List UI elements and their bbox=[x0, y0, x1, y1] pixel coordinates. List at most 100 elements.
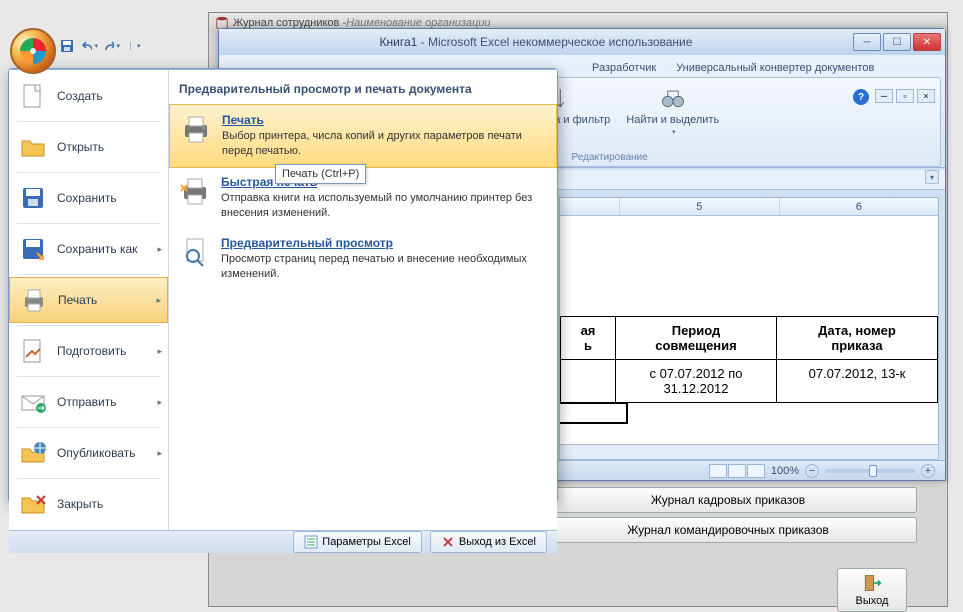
column-headers: 5 6 bbox=[560, 198, 938, 216]
send-icon bbox=[19, 388, 47, 416]
mdi-controls: ─ ▫ × bbox=[875, 89, 935, 103]
close-folder-icon bbox=[19, 490, 47, 518]
qat-customize-button[interactable]: ▾ bbox=[130, 42, 141, 50]
menu-publish[interactable]: Опубликовать▸ bbox=[9, 431, 168, 475]
cell-date[interactable]: 07.07.2012, 13-к bbox=[777, 360, 938, 402]
col-header-6[interactable]: 6 bbox=[780, 198, 939, 215]
help-button[interactable]: ? bbox=[853, 89, 869, 105]
excel-titlebar: Книга1 - Microsoft Excel некоммерческое … bbox=[219, 29, 945, 55]
horizontal-scrollbar[interactable] bbox=[559, 444, 939, 460]
redo-icon bbox=[102, 38, 114, 54]
print-option[interactable]: Печать Выбор принтера, числа копий и дру… bbox=[169, 104, 557, 168]
view-layout-button[interactable] bbox=[728, 464, 746, 478]
qat-redo-button[interactable]: ▾ bbox=[102, 37, 120, 55]
quick-print-icon bbox=[179, 175, 211, 207]
menu-saveas[interactable]: Сохранить как▸ bbox=[9, 227, 168, 271]
menu-send[interactable]: Отправить▸ bbox=[9, 380, 168, 424]
view-buttons bbox=[709, 464, 765, 478]
view-normal-button[interactable] bbox=[709, 464, 727, 478]
quick-print-option[interactable]: Быстрая печать Отправка книги на использ… bbox=[169, 167, 557, 229]
excel-options-button[interactable]: Параметры Excel bbox=[293, 531, 422, 553]
preview-title: Предварительный просмотр bbox=[221, 236, 547, 250]
new-file-icon bbox=[19, 82, 47, 110]
saveas-icon bbox=[19, 235, 47, 263]
preview-icon bbox=[179, 236, 211, 268]
exit-label: Выход bbox=[856, 595, 889, 607]
save-disk-icon bbox=[19, 184, 47, 212]
formula-expand-button[interactable]: ▾ bbox=[925, 170, 939, 184]
close-button[interactable]: ✕ bbox=[913, 33, 941, 51]
journal-buttons-area: Журнал кадровых приказов Журнал командир… bbox=[539, 483, 917, 547]
qat-undo-button[interactable]: ▾ bbox=[80, 37, 98, 55]
data-grid: ая ь Период совмещения Дата, номер прика… bbox=[560, 216, 938, 403]
find-label: Найти и выделить bbox=[626, 114, 719, 126]
zoom-in-button[interactable]: + bbox=[921, 464, 935, 478]
undo-icon bbox=[80, 38, 92, 54]
exit-door-icon bbox=[862, 573, 882, 593]
binoculars-icon bbox=[659, 84, 687, 112]
excel-title: Книга1 - Microsoft Excel некоммерческое … bbox=[219, 35, 853, 49]
mdi-close[interactable]: × bbox=[917, 89, 935, 103]
excel-doc-name: Книга1 bbox=[380, 35, 418, 49]
journal-exit-button[interactable]: Выход bbox=[837, 568, 907, 612]
spreadsheet-grid[interactable]: 5 6 ая ь Период совмещения Дата, номер п… bbox=[559, 197, 939, 460]
open-folder-icon bbox=[19, 133, 47, 161]
office-menu-left: Создать Открыть Сохранить Сохранить как▸… bbox=[9, 70, 169, 530]
print-desc: Выбор принтера, числа копий и других пар… bbox=[222, 129, 546, 159]
col-header-partial[interactable] bbox=[560, 198, 620, 215]
zoom-value: 100% bbox=[771, 465, 799, 477]
office-menu-footer: Параметры Excel Выход из Excel bbox=[9, 530, 557, 553]
printer-icon bbox=[20, 286, 48, 314]
window-controls: ─ ☐ ✕ bbox=[853, 33, 945, 51]
zoom-slider[interactable] bbox=[825, 469, 915, 473]
excel-app-name: - Microsoft Excel некоммерческое использ… bbox=[417, 35, 692, 49]
col-header-5[interactable]: 5 bbox=[620, 198, 780, 215]
view-pagebreak-button[interactable] bbox=[747, 464, 765, 478]
maximize-button[interactable]: ☐ bbox=[883, 33, 911, 51]
office-button[interactable] bbox=[10, 28, 56, 74]
zoom-out-button[interactable]: − bbox=[805, 464, 819, 478]
printer-large-icon bbox=[180, 113, 212, 145]
zoom-thumb[interactable] bbox=[869, 465, 877, 477]
preview-option[interactable]: Предварительный просмотр Просмотр страни… bbox=[169, 228, 557, 290]
menu-prepare[interactable]: Подготовить▸ bbox=[9, 329, 168, 373]
tab-udc[interactable]: Универсальный конвертер документов bbox=[667, 58, 883, 77]
office-menu-right: Предварительный просмотр и печать докуме… bbox=[169, 70, 557, 530]
preview-desc: Просмотр страниц перед печатью и внесени… bbox=[221, 252, 547, 282]
cell-period[interactable]: с 07.07.2012 по 31.12.2012 bbox=[616, 360, 777, 402]
save-icon bbox=[59, 38, 75, 54]
find-select-button[interactable]: Найти и выделить▾ bbox=[618, 82, 727, 138]
options-icon bbox=[304, 535, 318, 549]
data-row: с 07.07.2012 по 31.12.2012 07.07.2012, 1… bbox=[560, 360, 938, 403]
menu-close[interactable]: Закрыть bbox=[9, 482, 168, 526]
cell-partial[interactable] bbox=[560, 360, 616, 402]
journal-kadr-button[interactable]: Журнал кадровых приказов bbox=[539, 487, 917, 513]
header-period: Период совмещения bbox=[616, 317, 777, 359]
qat-save-button[interactable] bbox=[58, 37, 76, 55]
quick-access-toolbar: ▾ ▾ ▾ bbox=[58, 33, 141, 59]
tab-developer[interactable]: Разработчик bbox=[583, 58, 665, 77]
mdi-minimize[interactable]: ─ bbox=[875, 89, 893, 103]
quick-print-desc: Отправка книги на используемый по умолча… bbox=[221, 191, 547, 221]
mdi-restore[interactable]: ▫ bbox=[896, 89, 914, 103]
print-shortcut-tooltip: Печать (Ctrl+P) bbox=[275, 164, 366, 184]
menu-save[interactable]: Сохранить bbox=[9, 176, 168, 220]
publish-icon bbox=[19, 439, 47, 467]
print-panel-title: Предварительный просмотр и печать докуме… bbox=[169, 78, 557, 105]
journal-komand-button[interactable]: Журнал командировочных приказов bbox=[539, 517, 917, 543]
office-menu: Создать Открыть Сохранить Сохранить как▸… bbox=[8, 68, 558, 503]
quick-print-title: Быстрая печать bbox=[221, 175, 547, 189]
menu-create[interactable]: Создать bbox=[9, 74, 168, 118]
menu-open[interactable]: Открыть bbox=[9, 125, 168, 169]
exit-x-icon bbox=[441, 535, 455, 549]
print-title: Печать bbox=[222, 113, 546, 127]
exit-excel-button[interactable]: Выход из Excel bbox=[430, 531, 547, 553]
header-partial: ая ь bbox=[560, 317, 616, 359]
header-date: Дата, номер приказа bbox=[777, 317, 938, 359]
active-cell-cursor bbox=[559, 402, 628, 424]
minimize-button[interactable]: ─ bbox=[853, 33, 881, 51]
header-row: ая ь Период совмещения Дата, номер прика… bbox=[560, 316, 938, 360]
menu-print[interactable]: Печать▸ bbox=[9, 277, 168, 323]
prepare-icon bbox=[19, 337, 47, 365]
office-logo-icon bbox=[20, 38, 46, 64]
